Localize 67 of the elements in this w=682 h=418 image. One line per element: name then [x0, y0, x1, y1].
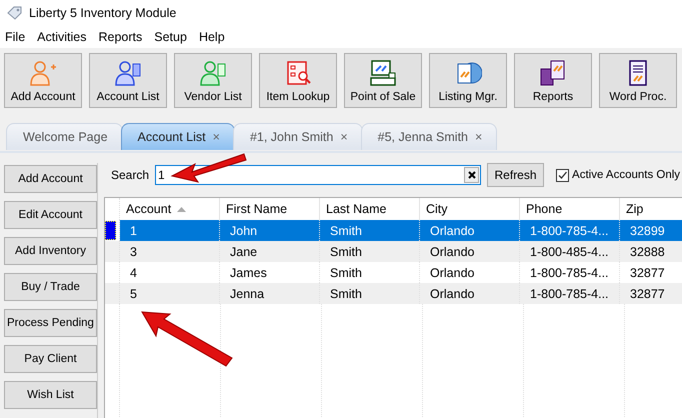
toolbar-button[interactable]: Account List	[89, 53, 167, 108]
sidebar-button[interactable]: Buy / Trade	[4, 273, 97, 301]
toolbar-button[interactable]: Add Account	[4, 53, 82, 108]
menu-item[interactable]: Help	[196, 30, 228, 44]
menu-item[interactable]: Reports	[95, 30, 146, 44]
table-row[interactable]: 3 Jane Smith Orlando 1-800-485-4... 32888	[105, 241, 682, 262]
table-cell: Smith	[330, 244, 362, 258]
table-cell: Jane	[230, 244, 258, 258]
table-cell: Smith	[330, 286, 362, 300]
table-cell: 1	[130, 224, 137, 238]
table-cell: 1-800-785-4...	[530, 224, 609, 238]
sidebar-button[interactable]: Wish List	[4, 381, 97, 409]
refresh-button[interactable]: Refresh	[487, 163, 544, 187]
search-field[interactable]: 1	[155, 165, 482, 185]
sidebar-button[interactable]: Process Pending	[4, 309, 97, 337]
table-cell: Orlando	[430, 244, 474, 258]
menu-item[interactable]: Activities	[34, 30, 90, 44]
row-marker	[105, 221, 116, 240]
close-icon	[468, 171, 476, 179]
window-title: Liberty 5 Inventory Module	[29, 6, 176, 20]
sidebar-button[interactable]: Edit Account	[4, 201, 97, 229]
person-list-icon	[199, 59, 227, 87]
table-cell: Orlando	[430, 286, 474, 300]
search-label: Search	[111, 168, 150, 182]
table-cell: 5	[130, 286, 137, 300]
menu-item[interactable]: Setup	[151, 30, 190, 44]
tag-icon	[6, 6, 22, 20]
table-cell: 32899	[630, 224, 665, 238]
table-cell: 3	[130, 244, 137, 258]
person-plus-icon	[29, 59, 57, 87]
table-cell: 1-800-485-4...	[530, 244, 609, 258]
sort-ascending-icon	[177, 206, 186, 212]
sidebar-button[interactable]: Pay Client	[4, 345, 97, 373]
table-cell: 32877	[630, 286, 665, 300]
person-list-icon	[114, 59, 142, 87]
toolbar-button[interactable]: Vendor List	[174, 53, 252, 108]
table-cell: 32888	[630, 244, 665, 258]
sidebar-button[interactable]: Add Account	[4, 165, 97, 193]
table-cell: Orlando	[430, 224, 474, 238]
table-cell: 1-800-785-4...	[530, 286, 609, 300]
tab[interactable]: Welcome Page	[6, 123, 123, 150]
clear-button[interactable]	[464, 167, 480, 183]
table-row[interactable]: 5 Jenna Smith Orlando 1-800-785-4... 32877	[105, 283, 682, 304]
tab[interactable]: #5, Jenna Smith ×	[360, 123, 498, 150]
toolbar-button[interactable]: Item Lookup	[259, 53, 337, 108]
chart-document-icon	[539, 59, 567, 87]
toolbar-button[interactable]: Listing Mgr.	[429, 53, 507, 108]
table-cell: Smith	[330, 266, 362, 280]
table-cell: James	[230, 266, 267, 280]
tab[interactable]: Account List ×	[120, 123, 235, 150]
menu-item[interactable]: File	[2, 30, 28, 44]
table-cell: 1-800-785-4...	[530, 266, 609, 280]
checkbox-label: Active Accounts Only	[572, 169, 680, 181]
tab[interactable]: #1, John Smith ×	[232, 123, 363, 150]
toolbar-button[interactable]: Word Proc.	[599, 53, 677, 108]
table-cell: Orlando	[430, 266, 474, 280]
table-cell: 32877	[630, 266, 665, 280]
checkbox[interactable]	[556, 168, 570, 182]
toolbar-button[interactable]: Point of Sale	[344, 53, 422, 108]
toolbar-button[interactable]: Reports	[514, 53, 592, 108]
table-row[interactable]: 1 John Smith Orlando 1-800-785-4... 32899	[105, 220, 682, 241]
table-cell: Jenna	[230, 286, 264, 300]
sidebar-button[interactable]: Add Inventory	[4, 237, 97, 265]
table-cell: 4	[130, 266, 137, 280]
table-cell: John	[230, 224, 258, 238]
register-icon	[369, 59, 397, 87]
table-cell: Smith	[330, 224, 362, 238]
